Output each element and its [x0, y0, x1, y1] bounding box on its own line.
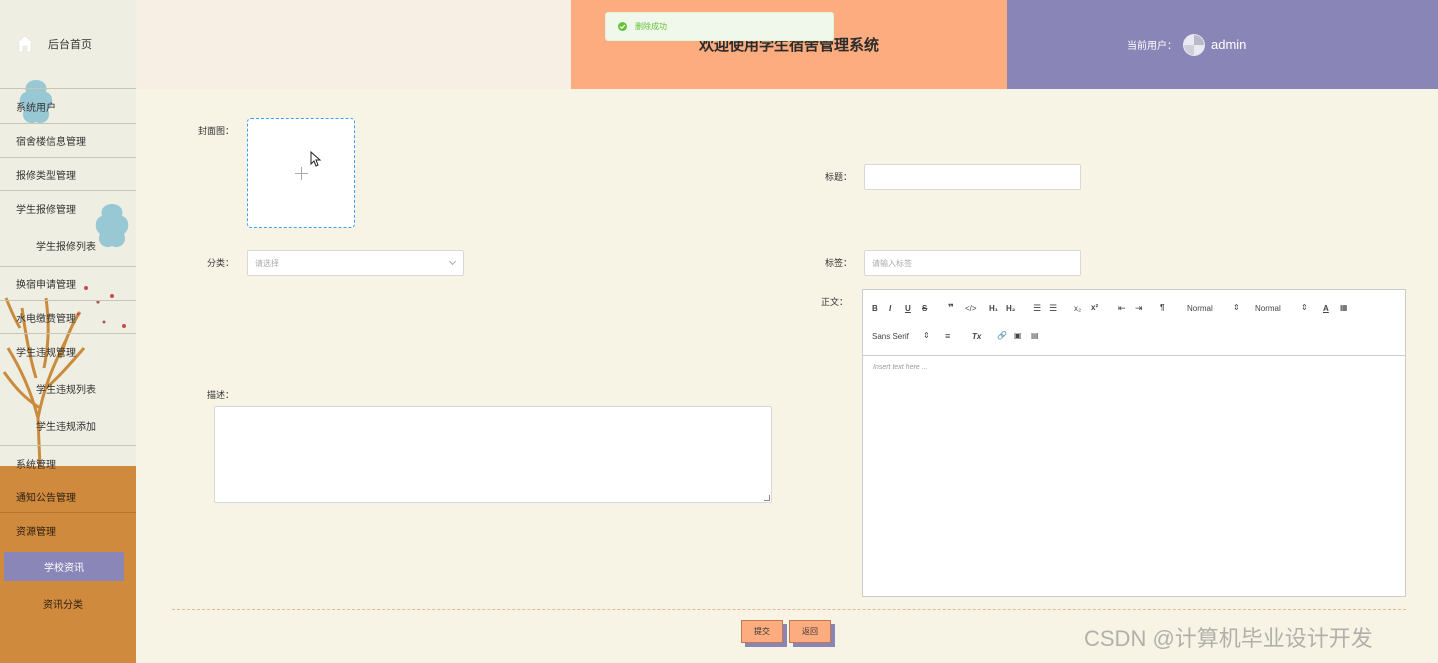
- image-icon[interactable]: ▣: [1014, 331, 1022, 340]
- sidebar-item-news-categories[interactable]: 资讯分类: [0, 588, 126, 618]
- mouse-cursor-icon: [310, 151, 322, 167]
- category-label: 分类：: [206, 258, 234, 268]
- sidebar: 后台首页 系统用户 宿舍楼信息管理 报修类型管理 学生报修管理 学生报修列表 换…: [0, 0, 136, 663]
- sidebar-item-repair-types[interactable]: 报修类型管理: [0, 158, 136, 191]
- resize-handle-icon[interactable]: [764, 495, 770, 501]
- username: admin: [1211, 37, 1247, 52]
- header-left-panel: [136, 0, 571, 89]
- underline-icon[interactable]: U: [905, 304, 911, 313]
- current-user-label: 当前用户：: [1127, 41, 1177, 52]
- home-link[interactable]: 后台首页: [0, 0, 136, 89]
- sidebar-item-notices[interactable]: 通知公告管理: [0, 480, 136, 513]
- clear-format-icon[interactable]: Tx: [972, 332, 981, 341]
- header-1-icon[interactable]: H₁: [989, 304, 998, 313]
- sidebar-item-utility-fees[interactable]: 水电缴费管理: [0, 301, 136, 334]
- header-user-panel: 当前用户： admin: [1007, 0, 1438, 89]
- title-label: 标题：: [824, 172, 852, 182]
- description-label: 描述：: [206, 390, 234, 400]
- font-size-select-1[interactable]: Normal: [1187, 304, 1213, 313]
- link-icon[interactable]: 🔗: [997, 331, 1007, 340]
- sidebar-item-violation-list[interactable]: 学生违规列表: [0, 370, 136, 406]
- direction-icon[interactable]: ¶: [1160, 303, 1164, 312]
- font-size-select-2[interactable]: Normal: [1255, 304, 1281, 313]
- sidebar-item-violations[interactable]: 学生违规管理: [0, 334, 136, 368]
- sidebar-item-system-users[interactable]: 系统用户: [0, 90, 136, 124]
- bullet-list-icon[interactable]: ☰: [1049, 303, 1057, 314]
- sidebar-item-dorm-buildings[interactable]: 宿舍楼信息管理: [0, 124, 136, 158]
- sidebar-item-resources[interactable]: 资源管理: [0, 513, 136, 547]
- tags-label: 标签：: [824, 258, 852, 268]
- sidebar-item-room-change[interactable]: 换宿申请管理: [0, 267, 136, 301]
- chevron-down-icon: [448, 257, 457, 266]
- updown-arrow-icon: ⇕: [1301, 303, 1308, 312]
- video-icon[interactable]: ▤: [1031, 331, 1039, 340]
- blockquote-icon[interactable]: ❞: [948, 303, 954, 314]
- description-textarea[interactable]: [214, 406, 772, 503]
- strike-icon[interactable]: S: [922, 304, 927, 313]
- updown-arrow-icon: ⇕: [1233, 303, 1240, 312]
- back-button[interactable]: 返回: [789, 620, 831, 643]
- editor-toolbar: B I U S ❞ </> H₁ H₂ ☰ ☰ x₂ x² ⇤ ⇥ ¶ Norm…: [863, 290, 1405, 356]
- title-input[interactable]: [864, 164, 1081, 190]
- superscript-icon[interactable]: x²: [1091, 303, 1098, 312]
- subscript-icon[interactable]: x₂: [1074, 304, 1081, 313]
- category-placeholder: 请选择: [255, 258, 279, 268]
- home-icon: [16, 35, 34, 53]
- sidebar-item-school-news[interactable]: 学校资讯: [4, 552, 124, 581]
- content-label: 正文：: [820, 297, 848, 307]
- text-color-icon[interactable]: A: [1323, 304, 1329, 313]
- success-check-icon: [618, 22, 627, 31]
- sidebar-item-student-repairs[interactable]: 学生报修管理: [0, 191, 136, 225]
- font-family-select[interactable]: Sans Serif: [872, 332, 909, 341]
- code-icon[interactable]: </>: [965, 304, 977, 313]
- success-toast: 删除成功: [605, 12, 834, 41]
- outdent-icon[interactable]: ⇤: [1118, 303, 1126, 314]
- avatar-icon: [1184, 34, 1204, 55]
- bold-icon[interactable]: B: [872, 304, 878, 313]
- cover-label: 封面图：: [197, 126, 234, 136]
- align-icon[interactable]: ≡: [945, 331, 950, 341]
- sidebar-item-student-repair-list[interactable]: 学生报修列表: [0, 225, 136, 267]
- home-label: 后台首页: [48, 39, 92, 51]
- background-color-icon[interactable]: ▦: [1340, 303, 1348, 312]
- header-2-icon[interactable]: H₂: [1006, 304, 1015, 313]
- editor-placeholder: Insert text here ...: [873, 364, 928, 371]
- ordered-list-icon[interactable]: ☰: [1033, 303, 1041, 314]
- updown-arrow-icon: ⇕: [923, 331, 930, 340]
- tags-input[interactable]: 请输入标签: [864, 250, 1081, 276]
- toast-message: 删除成功: [635, 22, 667, 31]
- watermark: CSDN @计算机毕业设计开发: [1084, 626, 1373, 651]
- cover-image-uploader[interactable]: [247, 118, 355, 228]
- sidebar-item-violation-add[interactable]: 学生违规添加: [0, 406, 136, 446]
- submit-button[interactable]: 提交: [741, 620, 783, 643]
- sidebar-item-system-management[interactable]: 系统管理: [0, 446, 136, 480]
- avatar[interactable]: [1183, 33, 1205, 56]
- form-divider: [172, 609, 1406, 610]
- category-select[interactable]: 请选择: [247, 250, 464, 276]
- indent-icon[interactable]: ⇥: [1135, 303, 1143, 314]
- plus-icon-vertical: [301, 167, 302, 180]
- italic-icon[interactable]: I: [889, 304, 891, 313]
- rich-text-editor[interactable]: B I U S ❞ </> H₁ H₂ ☰ ☰ x₂ x² ⇤ ⇥ ¶ Norm…: [862, 289, 1406, 597]
